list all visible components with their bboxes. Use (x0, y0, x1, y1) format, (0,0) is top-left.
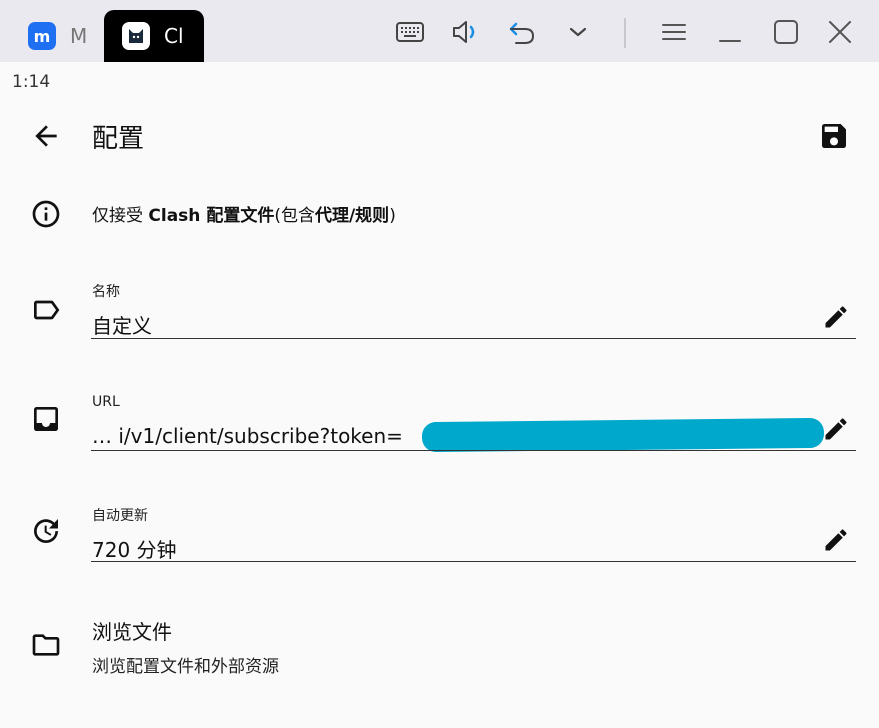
cat-app-icon (122, 22, 150, 50)
folder-icon (32, 634, 60, 656)
edit-auto-update-icon[interactable] (822, 526, 850, 554)
m-app-icon: m (28, 22, 56, 50)
name-field[interactable]: 自定义 (92, 310, 152, 339)
menu-icon[interactable] (658, 16, 690, 48)
edit-name-icon[interactable] (822, 303, 850, 331)
info-icon (32, 200, 60, 228)
window-titlebar: m M Cl (0, 0, 879, 62)
auto-update-field-label: 自动更新 (92, 508, 148, 524)
redaction-mark (421, 417, 825, 453)
volume-icon[interactable] (450, 16, 482, 48)
name-field-underline (91, 338, 856, 339)
save-icon[interactable] (818, 120, 850, 152)
info-message: 仅接受 Clash 配置文件(包含代理/规则) (92, 206, 396, 226)
page-title: 配置 (92, 124, 145, 154)
browse-files-title: 浏览文件 (92, 620, 172, 644)
tab-clash[interactable]: Cl (104, 10, 204, 62)
update-clock-icon (34, 519, 58, 543)
label-tag-icon (34, 300, 60, 320)
tab-m[interactable]: m M (18, 10, 100, 62)
minimize-icon[interactable] (714, 16, 746, 48)
url-field-underline (91, 450, 856, 451)
tab-label: M (70, 24, 88, 48)
undo-icon[interactable] (506, 16, 538, 48)
tab-label: Cl (164, 24, 184, 48)
url-field-label: URL (92, 394, 120, 410)
close-icon[interactable] (824, 16, 856, 48)
browse-files-subtitle: 浏览配置文件和外部资源 (92, 657, 279, 677)
chevron-down-icon[interactable] (562, 16, 594, 48)
name-field-label: 名称 (92, 284, 120, 300)
edit-url-icon[interactable] (822, 415, 850, 443)
inbox-icon (34, 407, 58, 431)
auto-update-field-underline (91, 561, 856, 562)
toolbar-divider (624, 18, 626, 48)
keyboard-icon[interactable] (394, 16, 426, 48)
url-field[interactable]: … i/v1/client/subscribe?token= (92, 424, 403, 448)
maximize-icon[interactable] (770, 16, 802, 48)
back-arrow-icon[interactable] (30, 120, 62, 152)
auto-update-field[interactable]: 720 分钟 (92, 534, 177, 563)
status-time: 1:14 (12, 72, 51, 92)
